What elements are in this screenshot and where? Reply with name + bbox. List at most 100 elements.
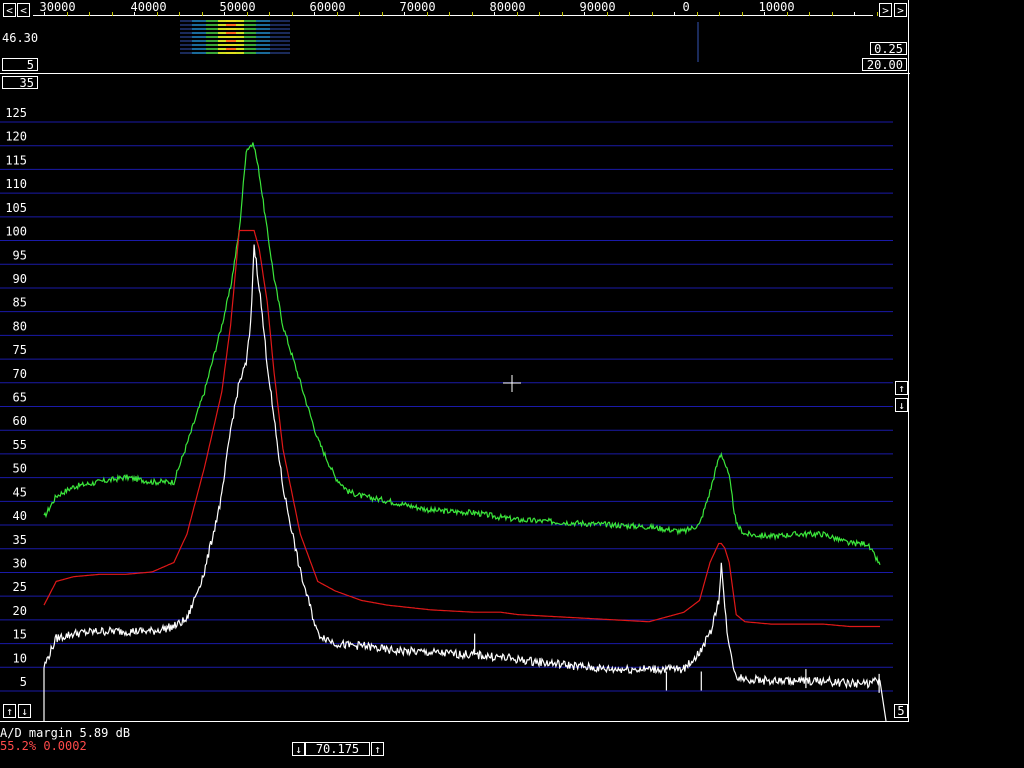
waterfall-pixel	[186, 28, 188, 30]
waterfall-pixel	[228, 36, 230, 38]
waterfall-pixel	[266, 32, 268, 34]
waterfall-pixel	[212, 48, 214, 50]
y-tick-label: 10	[13, 651, 27, 665]
waterfall-pixel	[190, 44, 192, 46]
waterfall-pixel	[246, 52, 248, 54]
waterfall-pixel	[226, 44, 228, 46]
waterfall-pixel	[266, 36, 268, 38]
y-tick-label: 120	[5, 130, 27, 144]
waterfall-pixel	[260, 32, 262, 34]
waterfall-pixel	[256, 40, 258, 42]
waterfall-pixel	[252, 32, 254, 34]
waterfall-pixel	[262, 24, 264, 26]
waterfall-pixel	[224, 24, 226, 26]
waterfall-pixel	[268, 20, 270, 22]
waterfall-pixel	[280, 48, 282, 50]
waterfall-pixel	[260, 20, 262, 22]
waterfall-pixel	[194, 52, 196, 54]
waterfall-pixel	[240, 48, 242, 50]
waterfall-pixel	[278, 32, 280, 34]
waterfall-pixel	[216, 40, 218, 42]
waterfall-pixel	[202, 52, 204, 54]
waterfall-pixel	[214, 52, 216, 54]
waterfall-pixel	[218, 24, 220, 26]
waterfall-pixel	[288, 44, 290, 46]
waterfall-pixel	[220, 32, 222, 34]
y-tick-label: 85	[13, 296, 27, 310]
waterfall-pixel	[212, 36, 214, 38]
freq-up-button[interactable]: ↑	[371, 742, 384, 756]
waterfall-pixel	[262, 36, 264, 38]
waterfall-pixel	[238, 20, 240, 22]
waterfall-pixel	[216, 44, 218, 46]
waterfall-pixel	[244, 28, 246, 30]
waterfall-pixel	[196, 32, 198, 34]
waterfall-pixel	[226, 20, 228, 22]
waterfall-pixel	[284, 48, 286, 50]
waterfall-pixel	[232, 20, 234, 22]
waterfall-pixel	[184, 48, 186, 50]
waterfall-pixel	[222, 24, 224, 26]
freq-down-button[interactable]: ↓	[292, 742, 305, 756]
waterfall-pixel	[232, 52, 234, 54]
waterfall-pixel	[258, 32, 260, 34]
center-frequency-field[interactable]: 70.175	[305, 742, 370, 756]
waterfall-pixel	[244, 20, 246, 22]
waterfall-pixel	[212, 24, 214, 26]
waterfall-pixel	[196, 40, 198, 42]
waterfall-pixel	[228, 20, 230, 22]
waterfall-pixel	[282, 24, 284, 26]
waterfall-pixel	[254, 28, 256, 30]
waterfall-pixel	[246, 36, 248, 38]
waterfall-pixel	[210, 48, 212, 50]
waterfall-pixel	[256, 32, 258, 34]
waterfall-pixel	[180, 36, 182, 38]
waterfall-pixel	[258, 40, 260, 42]
waterfall-pixel	[210, 52, 212, 54]
waterfall-pixel	[206, 48, 208, 50]
waterfall-pixel	[248, 20, 250, 22]
waterfall-pixel	[278, 20, 280, 22]
waterfall-pixel	[228, 32, 230, 34]
waterfall-pixel	[244, 44, 246, 46]
waterfall-pixel	[288, 24, 290, 26]
waterfall-pixel	[192, 36, 194, 38]
waterfall-pixel	[286, 48, 288, 50]
waterfall-pixel	[240, 24, 242, 26]
waterfall-pixel	[184, 20, 186, 22]
waterfall-pixel	[256, 52, 258, 54]
waterfall-pixel	[212, 40, 214, 42]
waterfall-pixel	[206, 52, 208, 54]
waterfall-pixel	[236, 36, 238, 38]
waterfall-pixel	[248, 44, 250, 46]
waterfall-pixel	[218, 40, 220, 42]
waterfall-pixel	[260, 36, 262, 38]
waterfall-pixel	[246, 28, 248, 30]
waterfall-pixel	[190, 32, 192, 34]
y-tick-label: 15	[13, 628, 27, 642]
waterfall-pixel	[184, 28, 186, 30]
waterfall-pixel	[244, 36, 246, 38]
waterfall-pixel	[212, 28, 214, 30]
waterfall-pixel	[202, 28, 204, 30]
waterfall-pixel	[204, 36, 206, 38]
waterfall-pixel	[264, 52, 266, 54]
waterfall-pixel	[260, 48, 262, 50]
waterfall-pixel	[250, 32, 252, 34]
waterfall-pixel	[270, 24, 272, 26]
waterfall-pixel	[192, 44, 194, 46]
waterfall-pixel	[260, 52, 262, 54]
ad-margin-status: A/D margin 5.89 dB	[0, 726, 131, 740]
y-tick-label: 75	[13, 343, 27, 357]
waterfall-pixel	[248, 24, 250, 26]
waterfall-pixel	[266, 28, 268, 30]
waterfall-pixel	[238, 32, 240, 34]
waterfall-pixel	[284, 20, 286, 22]
waterfall-pixel	[252, 52, 254, 54]
waterfall-pixel	[228, 24, 230, 26]
waterfall-pixel	[220, 24, 222, 26]
waterfall-pixel	[254, 44, 256, 46]
waterfall-pixel	[202, 48, 204, 50]
waterfall-pixel	[200, 52, 202, 54]
waterfall-pixel	[254, 20, 256, 22]
